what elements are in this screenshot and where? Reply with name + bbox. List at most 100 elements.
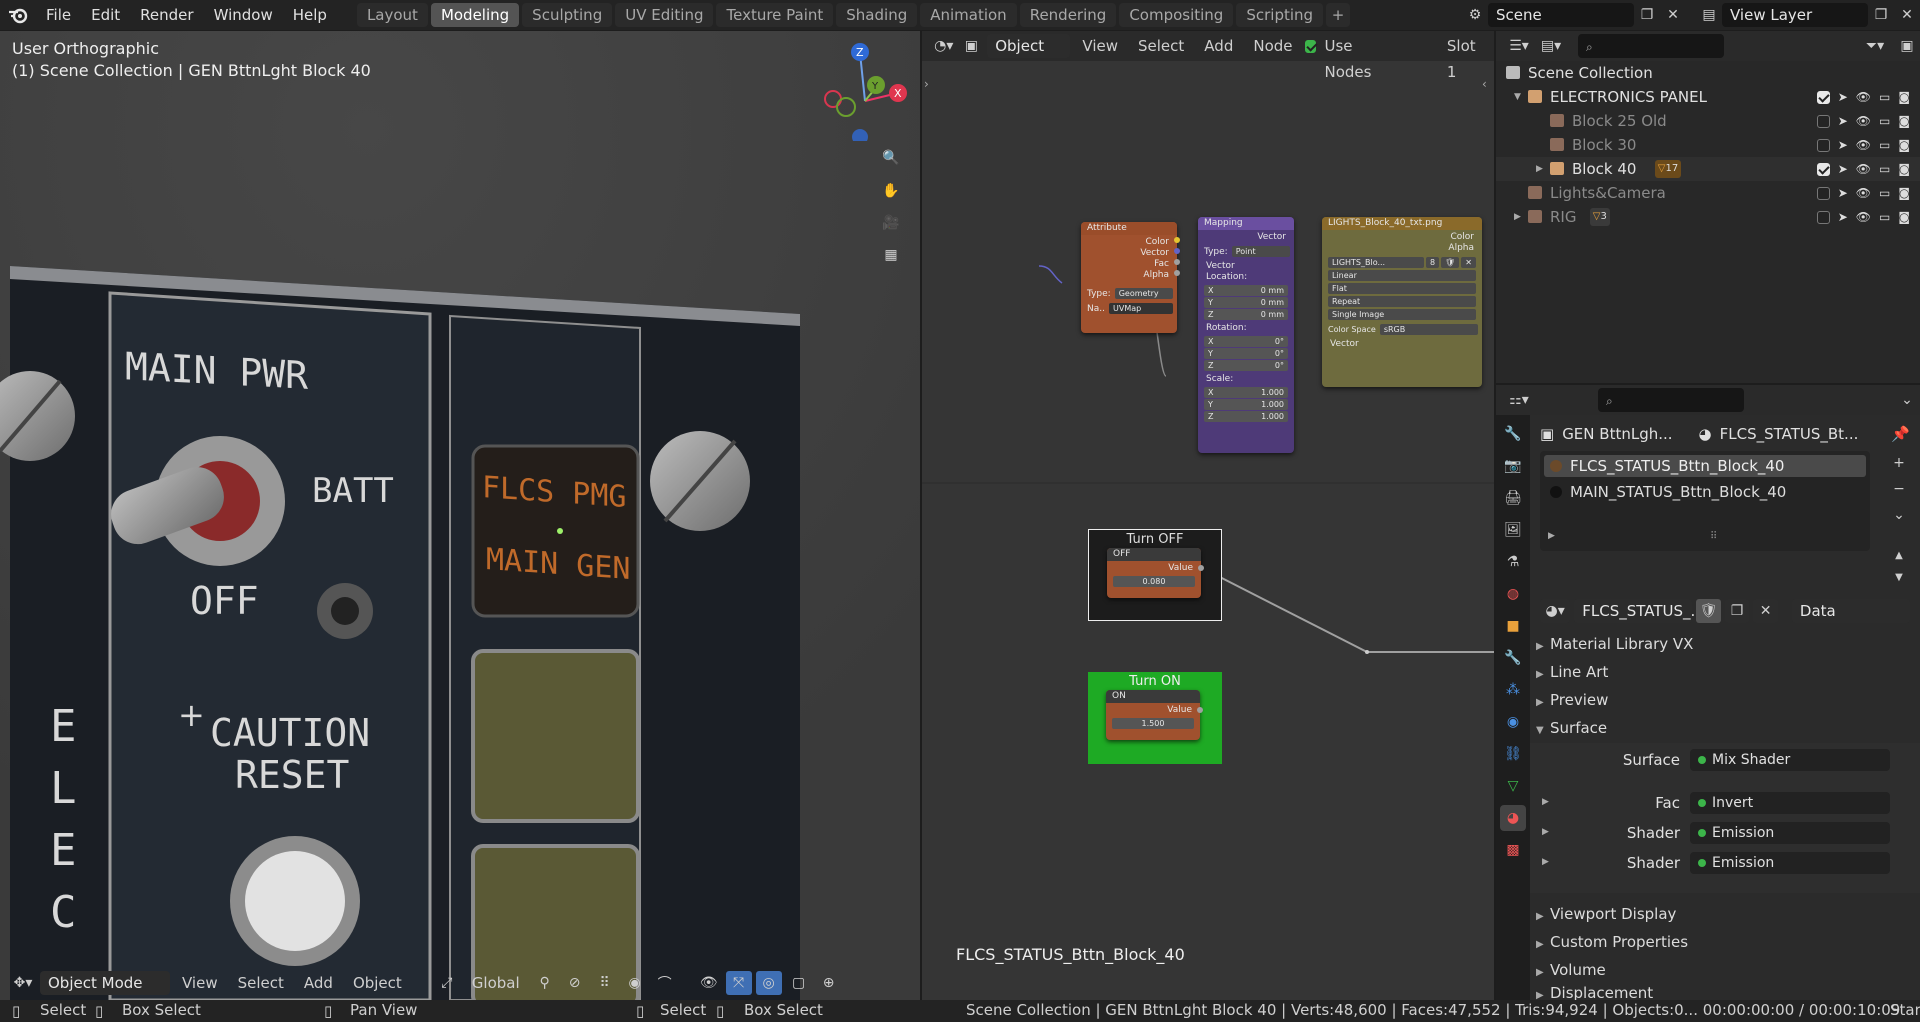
menu-edit[interactable]: Edit [81,0,130,30]
zoom-icon[interactable]: 🔍 [878,146,904,170]
close-image-icon[interactable]: ✕ [1461,257,1476,268]
extension-dropdown[interactable]: Repeat [1328,296,1476,307]
panel-line-art[interactable]: ▶ Line Art [1536,659,1916,685]
view-layer-field[interactable]: View Layer [1722,3,1868,27]
view-layer-tab-icon[interactable]: 🖼 [1500,517,1526,543]
exclude-checkbox[interactable] [1816,114,1830,128]
eye-icon[interactable]: 👁 [1856,157,1871,181]
new-scene-icon[interactable]: ❐ [1634,3,1660,27]
color-space-dropdown[interactable]: sRGB [1379,324,1478,335]
snap-target-icon[interactable]: ⠿ [592,971,618,995]
pivot-icon[interactable]: ⚲ [532,971,558,995]
output-tab-icon[interactable]: 🖨 [1500,485,1526,511]
tab-uv-editing[interactable]: UV Editing [615,3,714,27]
scene-icon[interactable]: ⚙ [1462,3,1488,27]
select-cursor-icon[interactable]: ➤ [1838,205,1848,229]
object-count-badge[interactable]: ▽3 [1589,208,1610,226]
attribute-node[interactable]: Attribute Color Vector Fac Alpha Type: Ge… [1081,222,1180,333]
camera-render-icon[interactable]: ◙ [1898,181,1910,205]
sidebar-toggle-icon[interactable]: › [924,77,929,91]
view-layer-icon[interactable]: ▤ [1696,3,1722,27]
eye-icon[interactable]: 👁 [1856,85,1871,109]
outliner[interactable]: ☰▾ ▤▾ ⌕ ⏷▾ ▣ Scene Collection ▼ ELECTRONIC… [1496,31,1920,383]
attr-name-field[interactable]: UVMap [1108,303,1173,314]
eye-icon[interactable]: 👁 [1856,181,1871,205]
display-mode-icon[interactable]: ▤▾ [1538,34,1564,58]
on-value-field[interactable]: 1.500 [1112,718,1194,729]
viewport-menu-view[interactable]: View [174,970,226,996]
image-texture-node[interactable]: LIGHTS_Block_40_txt.png Color Alpha LIGH… [1322,217,1482,387]
tab-modeling[interactable]: Modeling [430,3,520,27]
camera-render-icon[interactable]: ◙ [1898,109,1910,133]
object-mode-dropdown[interactable]: Object Mode [40,971,170,995]
shader2-input-field[interactable]: Emission [1690,852,1890,874]
material-slots-list[interactable]: FLCS_STATUS_Bttn_Block_40 MAIN_STATUS_Bt… [1540,451,1870,551]
menu-render[interactable]: Render [130,0,203,30]
camera-render-icon[interactable]: ◙ [1898,157,1910,181]
slot-specials-icon[interactable]: ⌄ [1886,503,1912,527]
mapping-rotation-x[interactable]: X 0° [1204,336,1288,347]
outliner-row[interactable]: Scene Collection [1496,61,1920,85]
mapping-scale-x[interactable]: X 1.000 [1204,387,1288,398]
monitor-icon[interactable]: ▭ [1879,205,1890,229]
mapping-location-x[interactable]: X0 mm [1204,285,1288,296]
new-view-layer-icon[interactable]: ❐ [1868,3,1894,27]
monitor-icon[interactable]: ▭ [1879,133,1890,157]
modifier-tab-icon[interactable]: 🔧 [1500,645,1526,671]
particles-tab-icon[interactable]: ⁂ [1500,677,1526,703]
panel-custom-properties[interactable]: ▶ Custom Properties [1536,929,1916,955]
eye-icon[interactable]: 👁 [1856,133,1871,157]
panel-material-library-vx[interactable]: ▶ Material Library VX [1536,631,1916,657]
mapping-type-dropdown[interactable]: Point [1231,246,1290,257]
camera-icon[interactable]: 🎥 [878,211,904,235]
menu-window[interactable]: Window [204,0,283,30]
off-value-field[interactable]: 0.080 [1113,576,1195,587]
attr-socket-alpha[interactable] [1174,270,1180,276]
attr-socket-color[interactable] [1174,237,1180,243]
shader-node-editor[interactable]: ◔▾ ▣ Object View Select Add Node Use Nod… [922,31,1494,1000]
list-resize-handle-icon[interactable]: ⠿ [1710,531,1717,542]
viewport-menu-add[interactable]: Add [296,970,341,996]
monitor-icon[interactable]: ▭ [1879,157,1890,181]
outliner-row[interactable]: Block 25 Old ➤ 👁 ▭ ◙ [1496,109,1920,133]
falloff-icon[interactable]: ⌒ [652,971,678,995]
off-value-node[interactable]: OFF Value 0.080 [1107,548,1204,598]
mapping-location-z[interactable]: Z0 mm [1204,309,1288,320]
material-tab-icon[interactable]: ◕ [1500,805,1526,831]
tab-rendering[interactable]: Rendering [1019,3,1117,27]
physics-tab-icon[interactable]: ◉ [1500,709,1526,735]
mapping-location-y[interactable]: Y0 mm [1204,297,1288,308]
tab-compositing[interactable]: Compositing [1119,3,1234,27]
properties-editor[interactable]: ⚏▾ ⌕ ⌄ 🔧 📷 🖨 🖼 ⚗ ◍ ■ 🔧 ⁂ ◉ ⛓ ▽ ◕ ▩ ▣ GEN… [1496,385,1920,1000]
attr-type-dropdown[interactable]: Geometry [1114,288,1173,299]
world-tab-icon[interactable]: ◍ [1500,581,1526,607]
select-cursor-icon[interactable]: ➤ [1838,109,1848,133]
mapping-scale-z[interactable]: Z 1.000 [1204,411,1288,422]
pan-hand-icon[interactable]: ✋ [878,179,904,203]
scene-tab-icon[interactable]: ⚗ [1500,549,1526,575]
attr-socket-fac[interactable] [1174,259,1180,265]
monitor-icon[interactable]: ▭ [1879,85,1890,109]
panel-displacement[interactable]: ▶ Displacement [1536,983,1916,1000]
outliner-row[interactable]: ▶ RIG ▽3 ➤ 👁 ▭ ◙ [1496,205,1920,229]
editor-type-icon[interactable]: ✥▾ [10,971,36,995]
surface-shader-field[interactable]: Mix Shader [1690,749,1890,771]
viewport-menu-select[interactable]: Select [230,970,292,996]
link-dropdown[interactable]: Data [1791,599,1910,623]
render-tab-icon[interactable]: 📷 [1500,453,1526,479]
xray-icon[interactable]: ▢ [786,971,812,995]
tab-animation[interactable]: Animation [920,3,1017,27]
exclude-checkbox[interactable] [1816,210,1830,224]
texture-tab-icon[interactable]: ▩ [1500,837,1526,863]
expand-arrow-icon[interactable]: ▶ [1514,205,1521,229]
fake-user-shield-icon[interactable]: 🛡 [1696,599,1721,623]
toolshelf-toggle-icon[interactable]: ‹ [1482,77,1487,91]
off-socket-value[interactable] [1198,565,1204,571]
filter-icon[interactable]: ⏷▾ [1862,34,1888,58]
add-slot-icon[interactable]: + [1886,451,1912,475]
on-value-node[interactable]: ON Value 1.500 [1106,690,1203,740]
duplicate-material-icon[interactable]: ❐ [1724,599,1750,623]
visibility-icon[interactable]: 👁 [696,971,722,995]
proportional-edit-icon[interactable]: ◉ [622,971,648,995]
pin-icon[interactable]: 📌 [1891,425,1910,443]
